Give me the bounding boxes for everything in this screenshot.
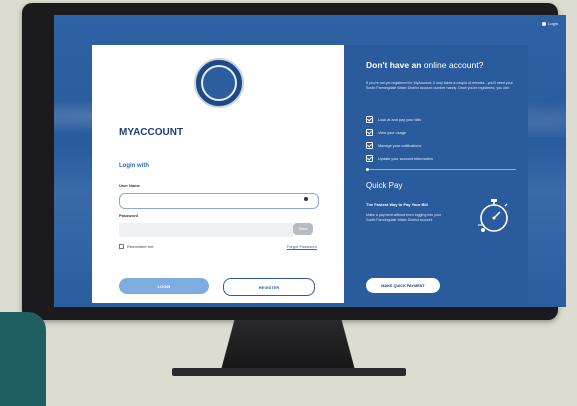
signup-heading-bold: Don't have an xyxy=(366,60,422,70)
district-seal-logo xyxy=(194,58,244,108)
list-item: Look at and pay your bills xyxy=(366,113,433,126)
password-label: Password xyxy=(119,213,138,218)
list-item: View your usage xyxy=(366,126,433,139)
checkbox-icon xyxy=(366,142,373,149)
remember-me-label: Remember me xyxy=(127,244,154,249)
checkbox-icon xyxy=(366,116,373,123)
feature-label: Look at and pay your bills xyxy=(378,117,422,122)
seal-inner-icon xyxy=(201,65,237,101)
checkbox-icon xyxy=(366,129,373,136)
list-item: Update your account information xyxy=(366,152,433,165)
monitor-frame: Login MYACCOUNT Login with User Name Pas… xyxy=(22,3,566,320)
topbar-login-label: Login xyxy=(548,21,558,26)
remember-me-checkbox[interactable] xyxy=(119,244,124,249)
info-icon[interactable] xyxy=(304,197,308,201)
quick-pay-heading: Quick Pay xyxy=(366,181,403,190)
signup-heading-rest: online account? xyxy=(423,60,484,70)
signup-description: If you're not yet registered for MyAccou… xyxy=(366,81,513,90)
login-card: MYACCOUNT Login with User Name Password … xyxy=(92,45,344,303)
page-title: MYACCOUNT xyxy=(119,127,184,138)
quick-pay-description: Make a payment without even logging into… xyxy=(366,213,442,222)
monitor-stand-neck xyxy=(221,320,355,370)
feature-label: Manage your notifications xyxy=(378,143,422,148)
list-item: Manage your notifications xyxy=(366,139,433,152)
user-icon xyxy=(542,21,547,26)
show-password-button[interactable]: Show xyxy=(293,223,313,235)
signup-panel: Don't have an online account? If you're … xyxy=(344,45,528,303)
password-input[interactable] xyxy=(119,223,293,237)
username-input[interactable] xyxy=(119,193,319,209)
topbar-login-link[interactable]: Login xyxy=(542,21,558,26)
screen: Login MYACCOUNT Login with User Name Pas… xyxy=(54,15,566,307)
login-button[interactable]: LOGIN xyxy=(119,278,209,294)
forgot-password-link[interactable]: Forgot Password xyxy=(287,244,317,249)
feature-label: View your usage xyxy=(378,130,407,135)
feature-list: Look at and pay your bills View your usa… xyxy=(366,113,433,165)
login-with-heading: Login with xyxy=(119,163,149,169)
checkbox-icon xyxy=(366,155,373,162)
signup-heading: Don't have an online account? xyxy=(366,60,483,70)
quick-pay-subtitle: The Fastest Way to Pay Your Bill xyxy=(366,202,428,207)
monitor-stand-base xyxy=(172,368,406,376)
remember-me[interactable]: Remember me xyxy=(119,244,153,249)
register-button[interactable]: REGISTER xyxy=(223,278,315,296)
feature-label: Update your account information xyxy=(378,156,433,161)
stopwatch-icon xyxy=(478,199,508,232)
make-quick-payment-button[interactable]: MAKE QUICK PAYMENT xyxy=(366,278,440,293)
username-label: User Name xyxy=(119,183,140,188)
decorative-shape xyxy=(0,312,46,406)
section-divider xyxy=(366,168,516,171)
